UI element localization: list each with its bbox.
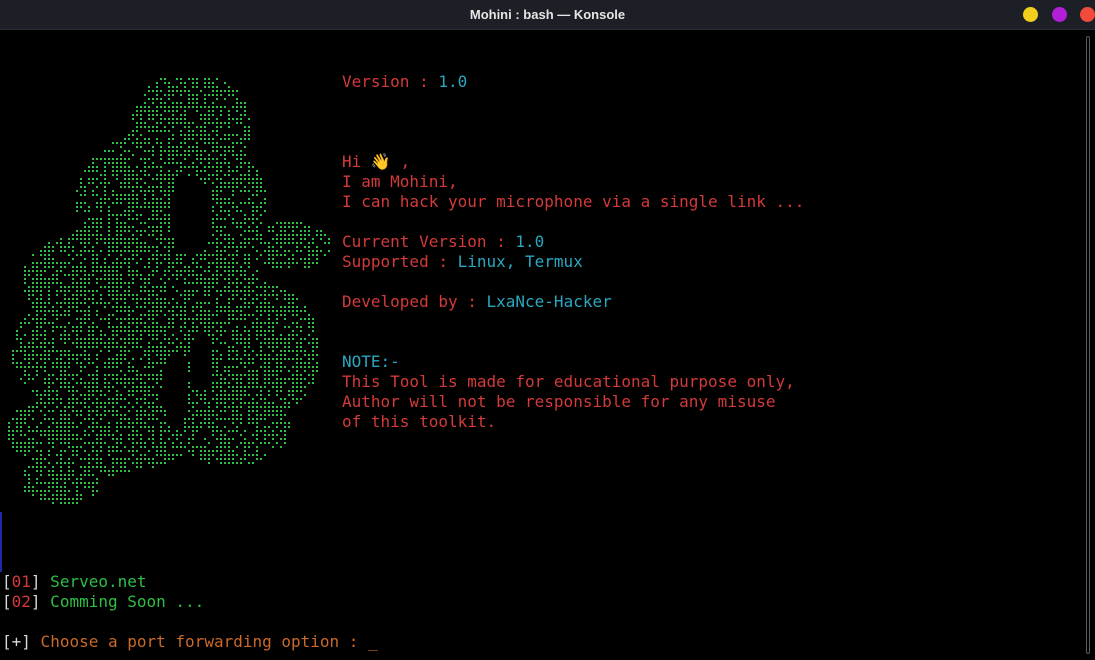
scrollbar[interactable]	[1081, 30, 1095, 660]
input-prompt[interactable]: [+] Choose a port forwarding option : _	[2, 632, 378, 652]
option-label: Comming Soon ...	[40, 592, 205, 611]
menu-option-serveo[interactable]: [01] Serveo.net	[2, 572, 147, 592]
note-line: Author will not be responsible for any m…	[342, 392, 776, 411]
terminal-output[interactable]: Version : 1.0 Hi 👋 , I am Mohini, I can …	[0, 30, 1080, 660]
note-line: of this toolkit.	[342, 412, 497, 431]
text-cursor[interactable]: _	[368, 632, 378, 651]
ascii-art-portrait	[8, 78, 330, 504]
konsole-window: Mohini : bash — Konsole Version : 1.0 Hi…	[0, 0, 1095, 660]
developer-label: Developed by :	[342, 292, 487, 311]
version-line: Version : 1.0	[342, 72, 467, 92]
close-button[interactable]	[1080, 7, 1095, 22]
scrollbar-track[interactable]	[1086, 36, 1090, 654]
developer-line: Developed by : LxaNce-Hacker	[342, 292, 612, 312]
note-title: NOTE:-	[342, 352, 400, 371]
greeting-label: Hi	[342, 152, 371, 171]
intro-line: I am Mohini,	[342, 172, 458, 191]
current-version-line: Current Version : 1.0	[342, 232, 544, 252]
supported-label: Supported :	[342, 252, 458, 271]
menu-option-coming-soon[interactable]: [02] Comming Soon ...	[2, 592, 204, 612]
title-bar[interactable]: Mohini : bash — Konsole	[0, 0, 1095, 30]
version-label: Version :	[342, 72, 439, 91]
option-number: 01	[11, 572, 31, 591]
note-line: This Tool is made for educational purpos…	[342, 372, 795, 391]
version-value: 1.0	[438, 72, 468, 91]
prompt-text: Choose a port forwarding option :	[30, 632, 369, 651]
greeting-line: Hi 👋 ,	[342, 152, 410, 172]
developer-value: LxaNce-Hacker	[486, 292, 612, 311]
supported-line: Supported : Linux, Termux	[342, 252, 583, 272]
window-title: Mohini : bash — Konsole	[469, 7, 626, 22]
description-line: I can hack your microphone via a single …	[342, 192, 805, 211]
option-label: Serveo.net	[40, 572, 147, 591]
current-version-value: 1.0	[515, 232, 545, 251]
supported-value: Linux, Termux	[457, 252, 583, 271]
greeting-suffix: ,	[390, 152, 411, 171]
option-number: 02	[11, 592, 31, 611]
maximize-button[interactable]	[1052, 7, 1067, 22]
current-version-label: Current Version :	[342, 232, 516, 251]
prompt-symbol: +	[11, 632, 22, 651]
minimize-button[interactable]	[1023, 7, 1038, 22]
waving-hand-icon: 👋	[370, 152, 391, 171]
